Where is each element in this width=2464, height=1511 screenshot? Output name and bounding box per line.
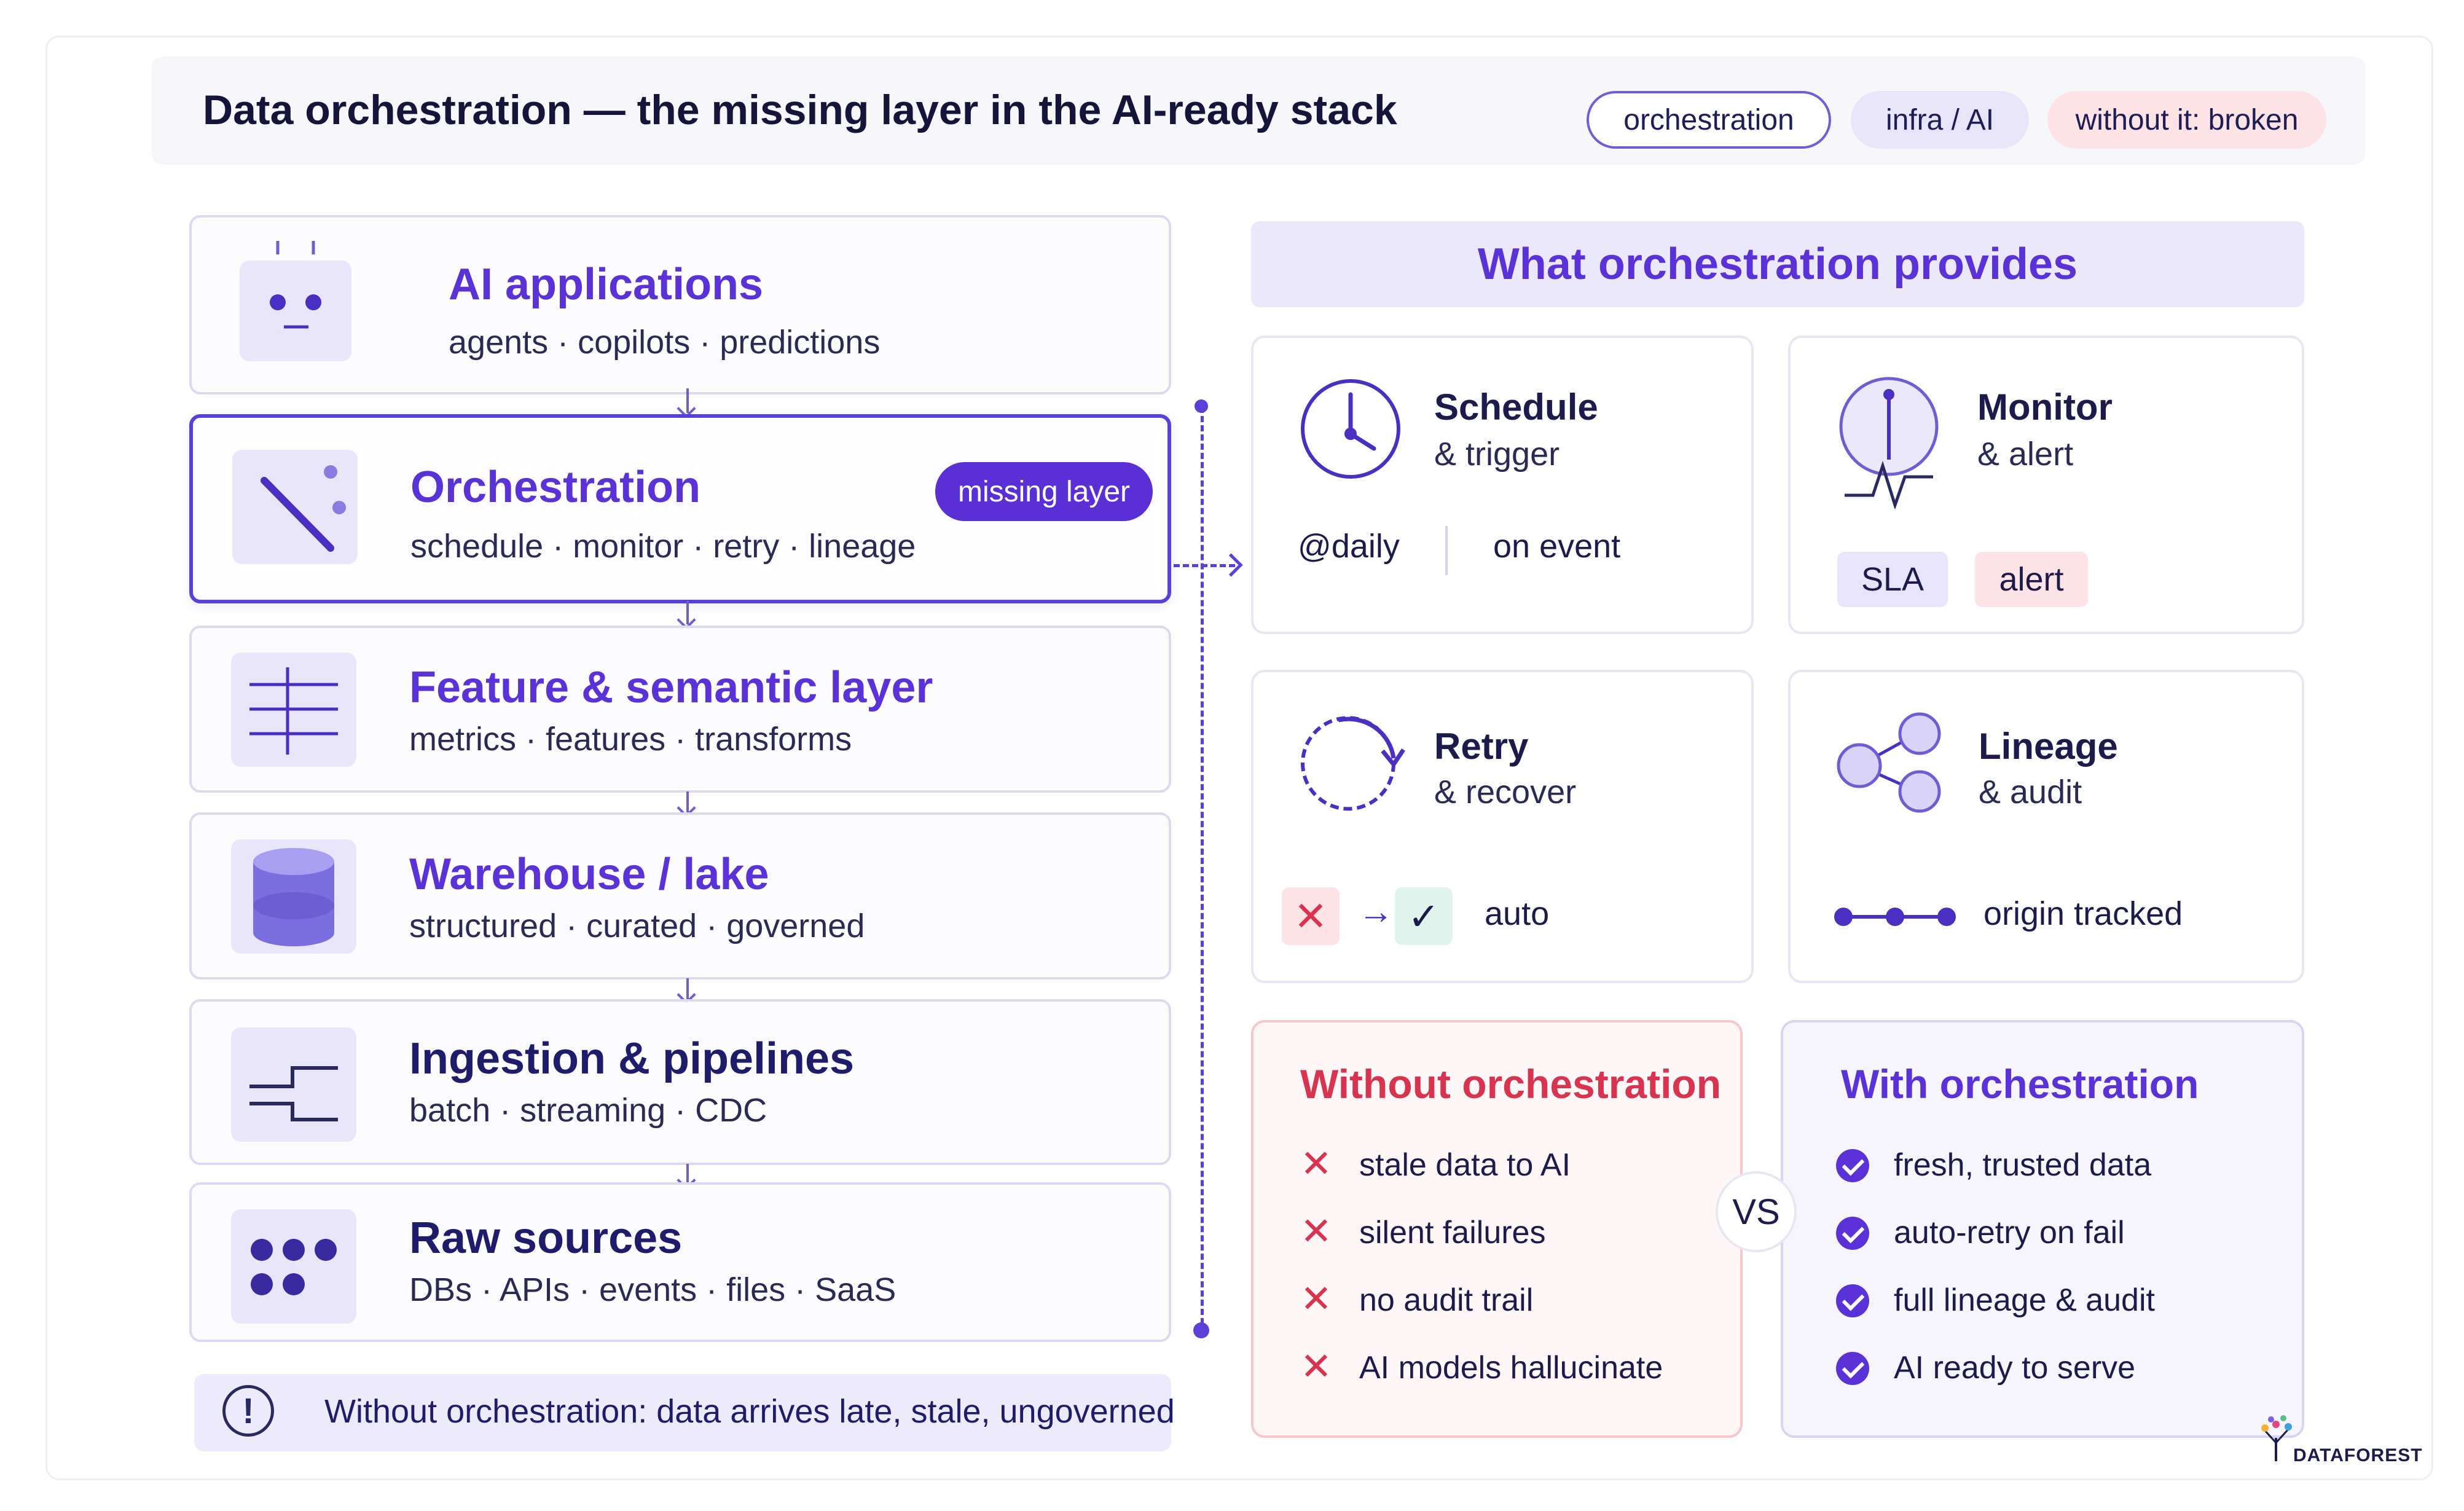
- page-title: Data orchestration — the missing layer i…: [203, 87, 1397, 133]
- divider: [1445, 526, 1448, 575]
- layer-title: Warehouse / lake: [409, 850, 769, 899]
- layer-title: Ingestion & pipelines: [409, 1034, 855, 1083]
- layer-ingestion-pipelines: Ingestion & pipelines batch · streaming …: [189, 999, 1171, 1165]
- warning-icon: !: [222, 1385, 274, 1437]
- without-item: AI models hallucinate: [1359, 1350, 1663, 1386]
- card-lineage: Lineage & audit origin tracked: [1788, 670, 2304, 983]
- check-icon: [1836, 1352, 1869, 1385]
- dataforest-logo-icon: [2261, 1415, 2292, 1461]
- tag-without-it-broken: without it: broken: [2047, 91, 2326, 149]
- vs-badge: VS: [1716, 1171, 1797, 1252]
- provides-title: What orchestration provides: [1251, 221, 2304, 307]
- check-icon: [1836, 1217, 1869, 1250]
- layer-warehouse-lake: Warehouse / lake structured · curated · …: [189, 812, 1171, 979]
- missing-layer-badge: missing layer: [935, 462, 1153, 521]
- card-title: Monitor: [1977, 387, 2113, 428]
- layer-title: Feature & semantic layer: [409, 663, 933, 712]
- sla-pill: SLA: [1837, 552, 1948, 607]
- without-orchestration-panel: Without orchestration ✕ stale data to AI…: [1251, 1020, 1743, 1438]
- connector-dot-bottom: [1193, 1322, 1209, 1338]
- pipeline-icon: [231, 1027, 356, 1142]
- without-item: silent failures: [1359, 1215, 1546, 1250]
- card-title: Retry: [1434, 726, 1529, 767]
- cross-icon: ✕: [1300, 1278, 1332, 1321]
- clock-icon: [1301, 379, 1400, 479]
- tag-orchestration: orchestration: [1587, 91, 1831, 149]
- with-orchestration-panel: With orchestration fresh, trusted data a…: [1781, 1020, 2304, 1438]
- lineage-origin-tracked: origin tracked: [1983, 895, 2183, 932]
- card-schedule: Schedule & trigger @daily on event: [1251, 336, 1754, 634]
- schedule-daily: @daily: [1298, 528, 1400, 565]
- without-item: no audit trail: [1359, 1282, 1534, 1318]
- with-item: fresh, trusted data: [1894, 1147, 2152, 1183]
- cross-icon: ✕: [1300, 1346, 1332, 1388]
- layer-subtitle: batch · streaming · CDC: [409, 1092, 767, 1129]
- check-icon: [1836, 1149, 1869, 1182]
- layer-subtitle: DBs · APIs · events · files · SaaS: [409, 1271, 897, 1308]
- brand-name: DATAFOREST: [2293, 1445, 2423, 1466]
- layer-title: AI applications: [449, 260, 764, 309]
- warning-banner: ! Without orchestration: data arrives la…: [194, 1374, 1175, 1451]
- dots-icon: [231, 1209, 356, 1324]
- layer-title: Raw sources: [409, 1214, 683, 1263]
- layer-raw-sources: Raw sources DBs · APIs · events · files …: [189, 1182, 1171, 1342]
- layer-subtitle: agents · copilots · predictions: [449, 324, 881, 361]
- schedule-on-event: on event: [1493, 528, 1621, 565]
- layer-feature-semantic: Feature & semantic layer metrics · featu…: [189, 626, 1171, 793]
- connector-line: [1201, 407, 1204, 1333]
- success-icon: ✓: [1395, 887, 1453, 945]
- database-icon: [231, 839, 356, 954]
- layer-title: Orchestration: [410, 463, 701, 512]
- fail-icon: ✕: [1282, 887, 1340, 945]
- layer-subtitle: metrics · features · transforms: [409, 721, 852, 758]
- card-subtitle: & recover: [1434, 774, 1577, 810]
- without-item: stale data to AI: [1359, 1147, 1571, 1183]
- monitor-pulse-icon: [1839, 377, 1939, 509]
- flow-arrow: [686, 601, 689, 624]
- card-subtitle: & audit: [1979, 774, 2082, 810]
- card-monitor: Monitor & alert SLA alert: [1788, 336, 2304, 634]
- with-title: With orchestration: [1841, 1061, 2199, 1107]
- tag-infra-ai: infra / AI: [1851, 91, 2029, 149]
- alert-pill: alert: [1975, 552, 2088, 607]
- flow-arrow: [686, 791, 689, 812]
- layer-ai-applications: AI applications agents · copilots · pred…: [189, 215, 1171, 394]
- warning-text: Without orchestration: data arrives late…: [324, 1393, 1175, 1430]
- with-item: AI ready to serve: [1894, 1350, 2136, 1386]
- connector-dot-top: [1195, 399, 1208, 413]
- with-item: auto-retry on fail: [1894, 1215, 2125, 1250]
- card-title: Lineage: [1979, 726, 2118, 767]
- card-title: Schedule: [1434, 387, 1598, 428]
- lineage-track-icon: [1834, 908, 1956, 926]
- wand-icon: [232, 450, 358, 564]
- grid-icon: [231, 653, 356, 767]
- with-item: full lineage & audit: [1894, 1282, 2155, 1318]
- card-subtitle: & alert: [1977, 436, 2074, 473]
- robot-icon: [240, 241, 351, 361]
- cross-icon: ✕: [1300, 1211, 1332, 1253]
- card-subtitle: & trigger: [1434, 436, 1560, 473]
- layer-subtitle: structured · curated · governed: [409, 908, 865, 944]
- retry-auto: auto: [1485, 895, 1550, 932]
- retry-icon: [1301, 716, 1405, 811]
- cross-icon: ✕: [1300, 1143, 1332, 1185]
- without-title: Without orchestration: [1300, 1061, 1722, 1107]
- check-icon: [1836, 1284, 1869, 1317]
- lineage-icon: [1837, 712, 1941, 813]
- layer-subtitle: schedule · monitor · retry · lineage: [410, 528, 916, 565]
- card-retry: Retry & recover ✕ → ✓ auto: [1251, 670, 1754, 983]
- flow-arrow: [686, 1164, 689, 1185]
- flow-arrow: [686, 388, 689, 413]
- flow-arrow: [686, 978, 689, 999]
- arrow-right-icon: →: [1358, 892, 1394, 932]
